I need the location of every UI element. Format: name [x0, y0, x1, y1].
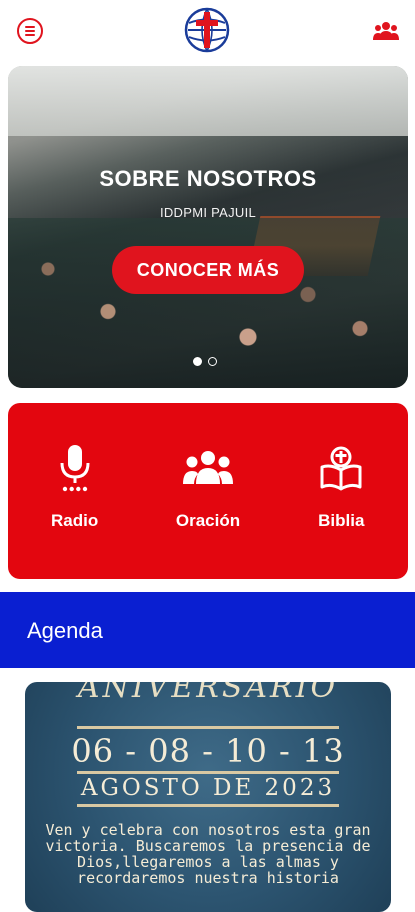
people-group-icon[interactable] [373, 20, 399, 42]
quick-actions-panel: Radio Oración Biblia [8, 403, 408, 579]
quick-action-oracion[interactable]: Oración [153, 403, 263, 579]
poster-heading: ANIVERSARIO [77, 682, 339, 705]
carousel-indicator [193, 357, 217, 366]
church-logo [184, 7, 230, 53]
top-app-bar [0, 0, 415, 62]
hero-photo-ceiling [8, 66, 408, 136]
quick-action-label: Oración [175, 511, 241, 530]
hero-subtitle: IDDPMI PAJUIL [159, 205, 257, 220]
quick-action-radio[interactable]: Radio [20, 403, 130, 579]
microphone-icon [60, 445, 90, 492]
menu-icon[interactable] [17, 18, 43, 44]
hero-carousel[interactable]: SOBRE NOSOTROS IDDPMI PAJUIL CONOCER MÁS [8, 66, 408, 388]
poster-dates: 06 - 08 - 10 - 13 [71, 732, 345, 770]
conocer-mas-button[interactable]: CONOCER MÁS [112, 246, 304, 294]
carousel-dot[interactable] [208, 357, 217, 366]
quick-action-label: Biblia [318, 511, 365, 530]
poster-divider [77, 771, 339, 774]
agenda-event-card[interactable]: ANIVERSARIO 06 - 08 - 10 - 13 AGOSTO DE … [25, 682, 391, 912]
carousel-dot-active[interactable] [193, 357, 202, 366]
people-icon [182, 451, 233, 484]
hero-title: SOBRE NOSOTROS [99, 166, 317, 191]
bible-icon [320, 446, 362, 491]
quick-action-label: Radio [51, 511, 99, 530]
quick-action-biblia[interactable]: Biblia [286, 403, 396, 579]
poster-divider [77, 726, 339, 729]
poster-description: Ven y celebra con nosotros esta gran vic… [45, 821, 371, 887]
agenda-section-header: Agenda [0, 592, 415, 668]
poster-month: AGOSTO DE 2023 [80, 775, 336, 801]
poster-divider [77, 804, 339, 807]
agenda-title: Agenda [27, 618, 103, 643]
